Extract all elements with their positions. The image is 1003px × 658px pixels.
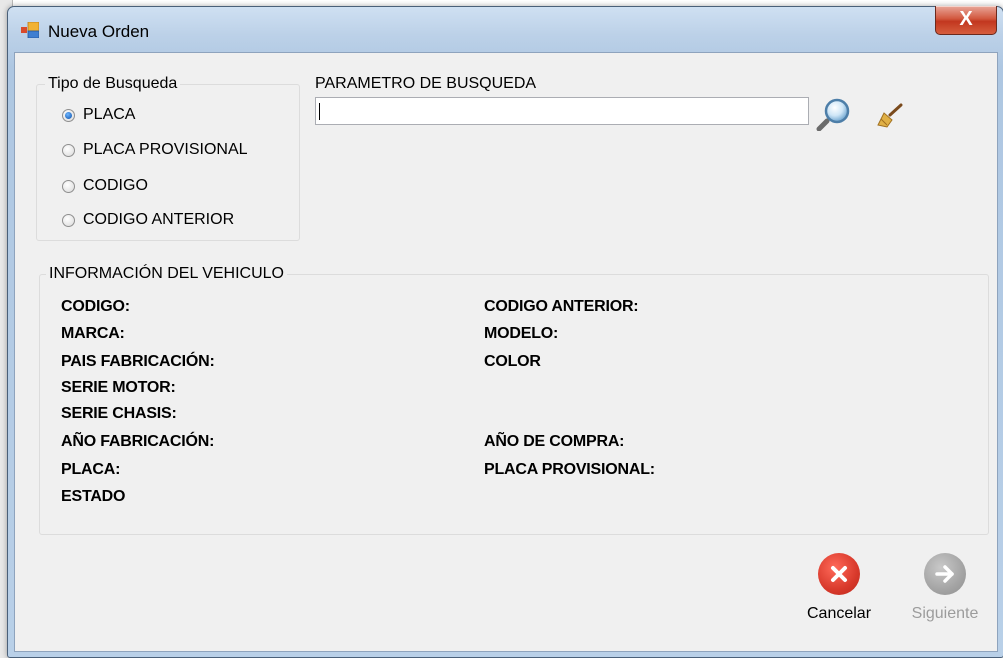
close-button[interactable]: X [935, 6, 997, 35]
radio-codigo-anterior[interactable]: CODIGO ANTERIOR [62, 209, 234, 231]
dialog-window: Nueva Orden X Tipo de Busqueda PLACA PLA… [7, 6, 1003, 658]
broom-icon[interactable] [875, 101, 905, 131]
form-body: Tipo de Busqueda PLACA PLACA PROVISIONAL… [14, 52, 998, 652]
form-icon [21, 22, 39, 38]
radio-placa-indicator[interactable] [62, 108, 75, 122]
next-button[interactable]: Siguiente [905, 553, 985, 643]
title-bar[interactable]: Nueva Orden X [8, 6, 1003, 51]
radio-codigo-indicator[interactable] [62, 179, 75, 193]
search-parameter-label: PARAMETRO DE BUSQUEDA [315, 75, 537, 92]
label-placa: PLACA: [61, 461, 121, 478]
magnifier-icon[interactable] [815, 97, 855, 131]
label-codigo: CODIGO: [61, 298, 130, 315]
radio-placa-provisional[interactable]: PLACA PROVISIONAL [62, 139, 248, 161]
text-cursor [319, 103, 320, 120]
x-circle-icon [818, 553, 860, 595]
label-placa-provisional: PLACA PROVISIONAL: [484, 461, 655, 478]
vehicle-info-title: INFORMACIÓN DEL VEHICULO [49, 265, 284, 282]
cancel-button[interactable]: Cancelar [799, 553, 879, 643]
label-color: COLOR [484, 353, 541, 370]
label-estado: ESTADO [61, 488, 126, 505]
label-serie-chasis: SERIE CHASIS: [61, 405, 177, 422]
search-parameter-input[interactable] [315, 97, 809, 125]
label-serie-motor: SERIE MOTOR: [61, 379, 176, 396]
cancel-label: Cancelar [806, 605, 872, 622]
label-pais-fabricacion: PAIS FABRICACIÓN: [61, 353, 215, 370]
radio-codigo[interactable]: CODIGO [62, 175, 148, 197]
label-ano-fabricacion: AÑO FABRICACIÓN: [61, 433, 215, 450]
label-marca: MARCA: [61, 325, 125, 342]
radio-placa-label: PLACA [83, 106, 136, 123]
next-label: Siguiente [911, 605, 979, 622]
label-ano-compra: AÑO DE COMPRA: [484, 433, 625, 450]
radio-codigo-anterior-label: CODIGO ANTERIOR [83, 211, 235, 228]
label-modelo: MODELO: [484, 325, 559, 342]
label-codigo-anterior: CODIGO ANTERIOR: [484, 298, 639, 315]
radio-placa-provisional-label: PLACA PROVISIONAL [83, 141, 248, 158]
arrow-right-circle-icon [924, 553, 966, 595]
radio-codigo-anterior-indicator[interactable] [62, 213, 75, 227]
radio-placa-provisional-indicator[interactable] [62, 143, 75, 157]
radio-placa[interactable]: PLACA [62, 104, 135, 126]
search-type-title: Tipo de Busqueda [48, 75, 178, 92]
radio-codigo-label: CODIGO [83, 177, 148, 194]
window-title: Nueva Orden [48, 22, 150, 41]
